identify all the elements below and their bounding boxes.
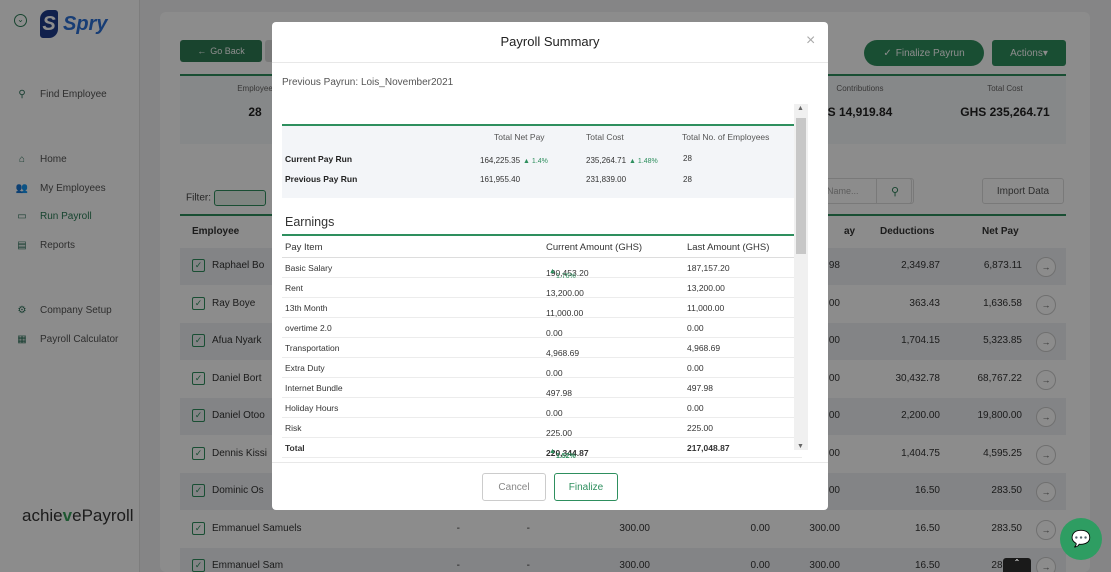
pay-item: Risk <box>285 423 302 433</box>
close-icon[interactable]: × <box>806 32 815 50</box>
summary-scroll-area[interactable]: Total Net Pay Total Cost Total No. of Em… <box>282 100 816 460</box>
earnings-row: Internet Bundle 497.98 497.98 <box>282 378 802 398</box>
payrun-comparison: Total Net Pay Total Cost Total No. of Em… <box>282 124 802 198</box>
divider <box>272 462 828 463</box>
pay-item: Transportation <box>285 343 340 353</box>
earnings-table: Pay Item Current Amount (GHS) Last Amoun… <box>282 234 802 460</box>
pay-item: overtime 2.0 <box>285 323 332 333</box>
last-amount: 0.00 <box>687 363 704 373</box>
pay-item: Internet Bundle <box>285 383 343 393</box>
modal-title: Payroll Summary <box>500 34 600 49</box>
last-amount: 0.00 <box>687 403 704 413</box>
cancel-button[interactable]: Cancel <box>482 473 546 501</box>
pay-item: 13th Month <box>285 303 328 313</box>
last-amount: 497.98 <box>687 383 713 393</box>
scroll-top-button[interactable]: ⌃ <box>1003 558 1031 572</box>
earnings-row: Risk 225.00 225.00 <box>282 418 802 438</box>
pay-item: Basic Salary <box>285 263 333 273</box>
finalize-button[interactable]: Finalize <box>554 473 618 501</box>
earnings-row: Holiday Hours 0.00 0.00 <box>282 398 802 418</box>
earnings-total-row: Total 220,344.87 ▲ 1.52% 217,048.87 <box>282 438 802 460</box>
earnings-row: Transportation 4,968.69 4,968.69 <box>282 338 802 358</box>
payroll-summary-modal: Payroll Summary × Previous Payrun: Lois_… <box>272 22 828 510</box>
scrollbar-thumb[interactable] <box>796 118 806 254</box>
scroll-up-icon[interactable]: ▲ <box>797 105 804 112</box>
pay-item: Extra Duty <box>285 363 325 373</box>
current-pay-run-label: Current Pay Run <box>285 154 353 164</box>
earnings-title: Earnings <box>285 215 335 229</box>
pay-item: Rent <box>285 283 303 293</box>
last-amount: 4,968.69 <box>687 343 721 353</box>
last-amount: 225.00 <box>687 423 713 433</box>
previous-payrun: Previous Payrun: Lois_November2021 <box>282 77 454 88</box>
last-amount: 13,200.00 <box>687 283 725 293</box>
pay-item: Holiday Hours <box>285 403 339 413</box>
earnings-row: Rent 13,200.00 13,200.00 <box>282 278 802 298</box>
earnings-table-header: Pay Item Current Amount (GHS) Last Amoun… <box>282 234 802 258</box>
chat-icon: 💬 <box>1071 531 1091 548</box>
previous-pay-run-label: Previous Pay Run <box>285 174 358 184</box>
earnings-row: overtime 2.0 0.00 0.00 <box>282 318 802 338</box>
modal-scrollbar[interactable]: ▲ ▼ <box>794 104 808 450</box>
last-amount: 11,000.00 <box>687 303 725 313</box>
scroll-down-icon[interactable]: ▼ <box>797 443 804 450</box>
earnings-row: Extra Duty 0.00 0.00 <box>282 358 802 378</box>
divider <box>272 62 828 63</box>
last-amount: 187,157.20 <box>687 263 730 273</box>
last-amount: 0.00 <box>687 323 704 333</box>
earnings-row: Basic Salary 190,453.20 ▲ 1.76% 187,157.20 <box>282 258 802 280</box>
chat-button[interactable]: 💬 <box>1060 518 1102 560</box>
earnings-row: 13th Month 11,000.00 11,000.00 <box>282 298 802 318</box>
